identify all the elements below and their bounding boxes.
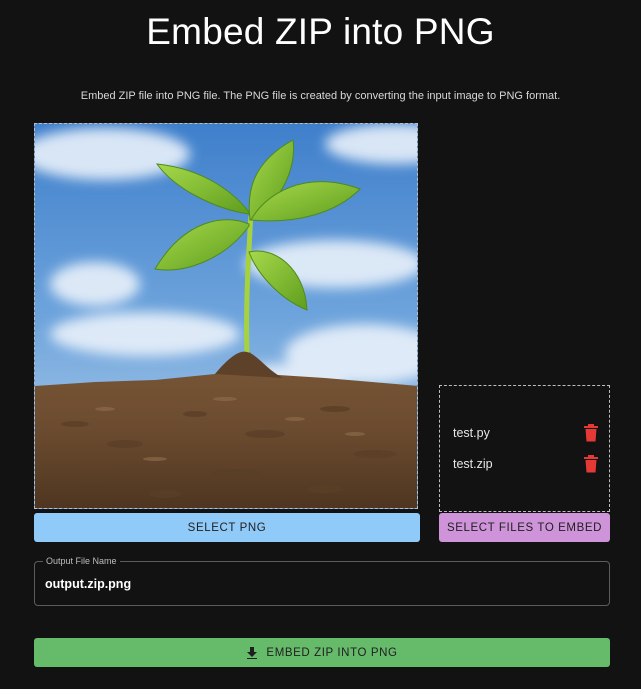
- download-icon: [247, 646, 258, 659]
- file-list-item: test.py: [453, 424, 599, 444]
- embed-button-label: EMBED ZIP INTO PNG: [266, 646, 398, 659]
- image-preview[interactable]: [34, 123, 418, 509]
- embed-button[interactable]: EMBED ZIP INTO PNG: [34, 638, 610, 667]
- select-png-button[interactable]: SELECT PNG: [34, 513, 420, 542]
- embedded-files-list[interactable]: test.py test.zip: [439, 385, 610, 512]
- output-file-name-label: Output File Name: [43, 555, 120, 567]
- trash-icon[interactable]: [583, 424, 599, 442]
- trash-icon[interactable]: [583, 455, 599, 473]
- preview-image: [35, 124, 417, 508]
- output-file-name-input[interactable]: [45, 574, 585, 594]
- page-title: Embed ZIP into PNG: [146, 11, 495, 52]
- file-name: test.py: [453, 426, 490, 440]
- output-file-name-field: Output File Name: [34, 555, 610, 606]
- page: Embed ZIP into PNG Embed ZIP file into P…: [0, 0, 641, 689]
- file-list-item: test.zip: [453, 455, 599, 475]
- page-subtitle: Embed ZIP file into PNG file. The PNG fi…: [80, 90, 561, 102]
- file-name: test.zip: [453, 457, 493, 471]
- select-files-button[interactable]: SELECT FILES TO EMBED: [439, 513, 610, 542]
